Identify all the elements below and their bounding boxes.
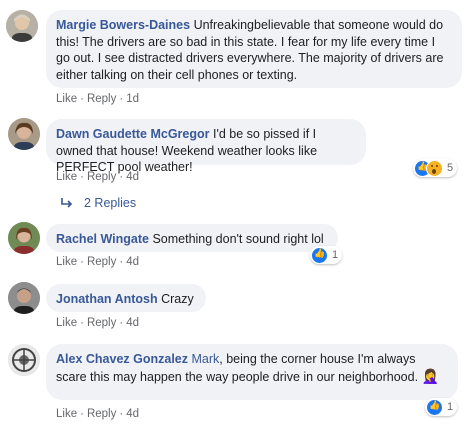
facepalm-emoji-icon: 🤦‍♀️	[421, 367, 439, 384]
like-button[interactable]: Like	[56, 317, 77, 329]
separator: ·	[119, 256, 124, 268]
comment-author[interactable]: Dawn Gaudette McGregor	[56, 127, 210, 141]
reaction-count: 5	[447, 162, 454, 174]
avatar[interactable]	[8, 222, 40, 254]
separator: ·	[80, 256, 84, 268]
comment-author[interactable]: Rachel Wingate	[56, 232, 149, 246]
separator: ·	[119, 93, 124, 105]
reply-button[interactable]: Reply	[87, 93, 116, 105]
comment-timestamp[interactable]: 4d	[126, 256, 139, 268]
reaction-summary[interactable]: 1	[425, 398, 458, 416]
wow-icon	[426, 159, 443, 177]
like-icon	[426, 398, 443, 416]
comment-bubble: Rachel Wingate Something don't sound rig…	[46, 224, 338, 252]
comment-actions: Like · Reply · 4d	[56, 171, 139, 183]
reply-button[interactable]: Reply	[87, 408, 116, 420]
view-replies-link[interactable]: 2 Replies	[60, 196, 136, 210]
like-button[interactable]: Like	[56, 171, 77, 183]
comment-timestamp[interactable]: 4d	[126, 317, 139, 329]
separator: ·	[119, 317, 124, 329]
replies-label[interactable]: 2 Replies	[84, 196, 136, 210]
like-button[interactable]: Like	[56, 93, 77, 105]
comment-bubble: Alex Chavez Gonzalez Mark, being the cor…	[46, 344, 458, 400]
reaction-count: 1	[447, 401, 454, 413]
like-icon	[311, 246, 328, 264]
mention-link[interactable]: Mark	[191, 352, 219, 366]
avatar[interactable]	[6, 10, 38, 42]
reply-button[interactable]: Reply	[87, 256, 116, 268]
separator: ·	[80, 317, 84, 329]
reaction-count: 1	[332, 249, 339, 261]
comment-timestamp[interactable]: 1d	[126, 93, 139, 105]
reaction-summary[interactable]: 5	[413, 159, 458, 177]
separator: ·	[80, 93, 84, 105]
comment-actions: Like · Reply · 4d	[56, 408, 139, 420]
separator: ·	[80, 171, 84, 183]
separator: ·	[119, 171, 124, 183]
comment-text: Something don't sound right lol	[152, 232, 324, 246]
like-button[interactable]: Like	[56, 408, 77, 420]
comment-author[interactable]: Margie Bowers-Daines	[56, 18, 190, 32]
comment-actions: Like · Reply · 4d	[56, 256, 139, 268]
comment-author[interactable]: Jonathan Antosh	[56, 292, 158, 306]
comment-text: Crazy	[161, 292, 194, 306]
separator: ·	[119, 408, 124, 420]
comment-actions: Like · Reply · 1d	[56, 93, 139, 105]
reply-button[interactable]: Reply	[87, 171, 116, 183]
avatar[interactable]	[8, 282, 40, 314]
reaction-summary[interactable]: 1	[310, 246, 343, 264]
avatar[interactable]	[8, 118, 40, 150]
reply-arrow-icon	[61, 198, 73, 208]
like-button[interactable]: Like	[56, 256, 77, 268]
comment-bubble: Jonathan Antosh Crazy	[46, 284, 206, 312]
separator: ·	[80, 408, 84, 420]
comment-timestamp[interactable]: 4d	[126, 408, 139, 420]
reply-button[interactable]: Reply	[87, 317, 116, 329]
comment-author[interactable]: Alex Chavez Gonzalez	[56, 352, 188, 366]
comment-actions: Like · Reply · 4d	[56, 317, 139, 329]
avatar[interactable]	[8, 344, 40, 376]
comment-timestamp[interactable]: 4d	[126, 171, 139, 183]
comment-bubble: Margie Bowers-Daines Unfreakingbelievabl…	[46, 10, 462, 88]
comment-bubble: Dawn Gaudette McGregor I'd be so pissed …	[46, 119, 366, 174]
